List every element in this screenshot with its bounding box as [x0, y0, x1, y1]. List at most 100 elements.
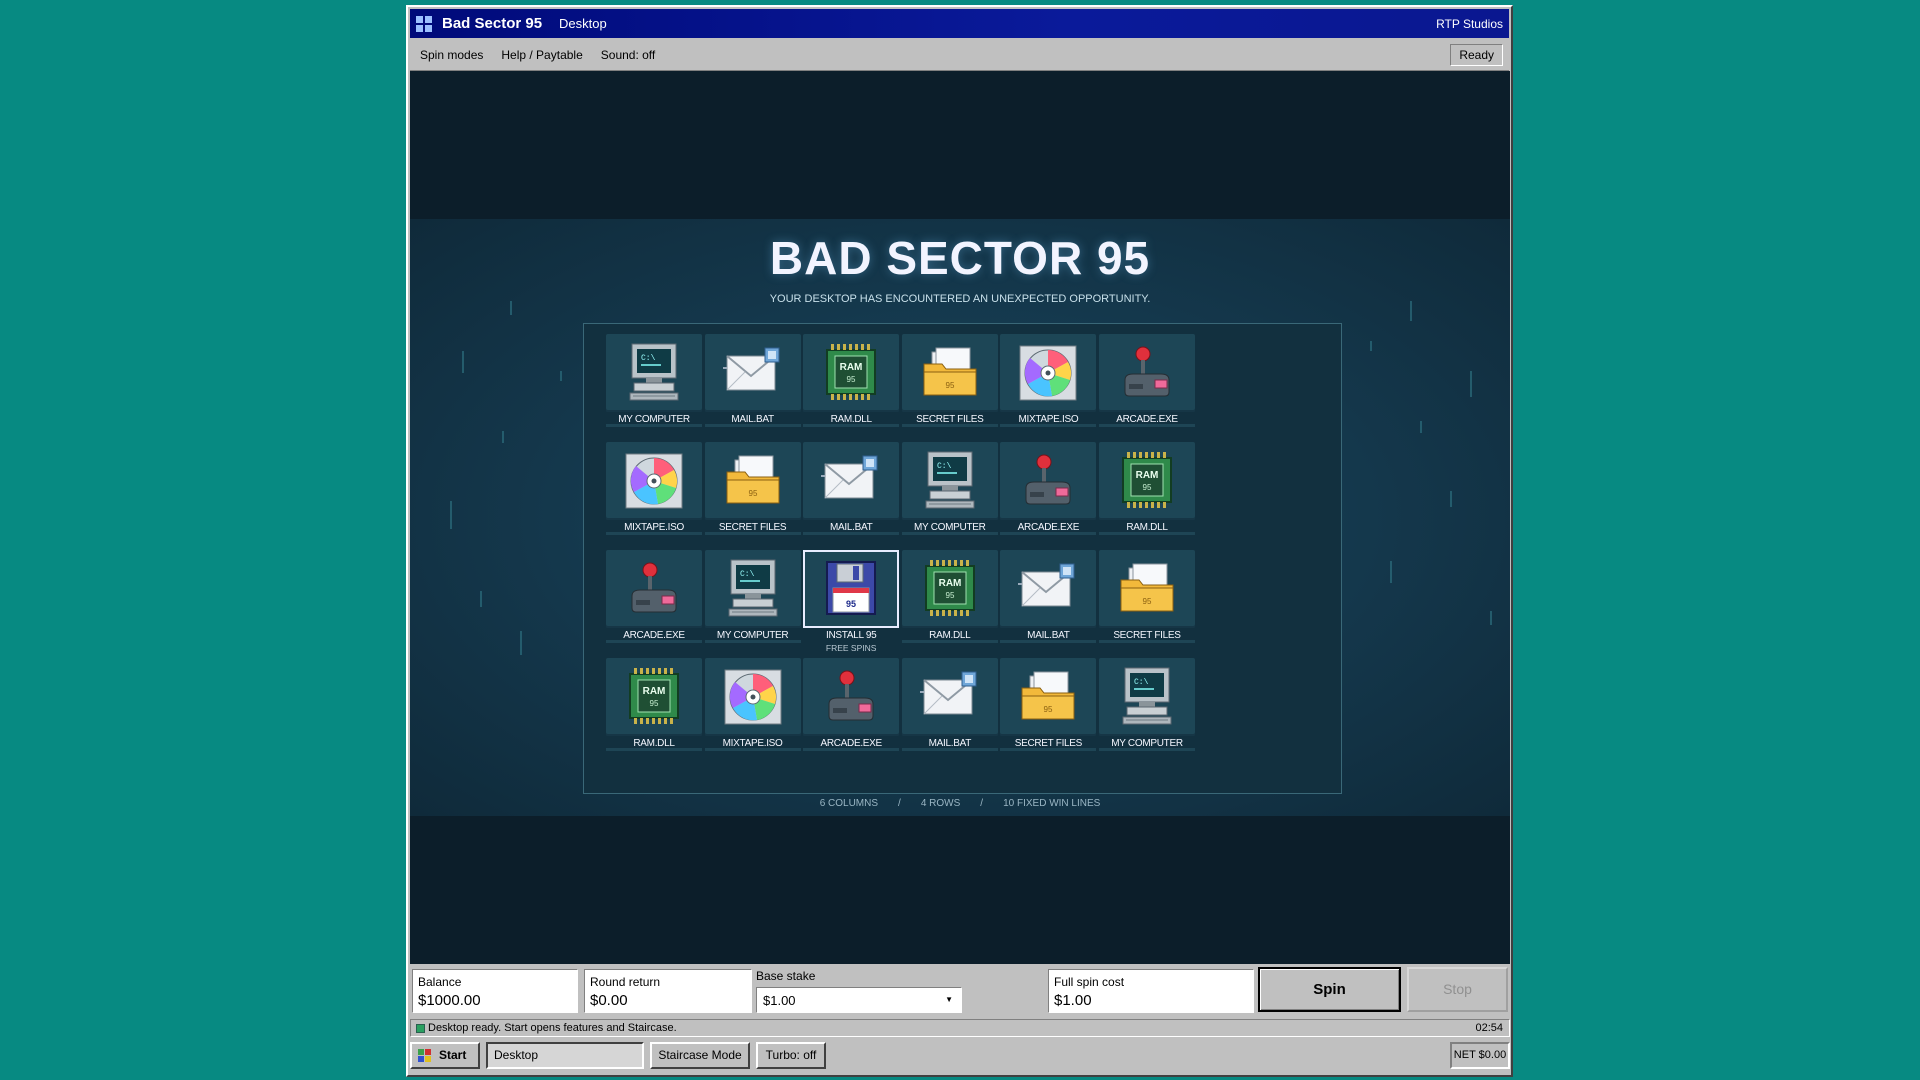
- spin-cost-value: $1.00: [1054, 992, 1092, 1009]
- rain-streak: [1490, 611, 1492, 625]
- start-logo-icon: [418, 1049, 431, 1063]
- start-label: Start: [439, 1048, 467, 1062]
- symbol-sublabel: FREE SPINS: [825, 643, 877, 653]
- rain-streak: [450, 501, 452, 529]
- stop-button[interactable]: Stop: [1407, 967, 1508, 1012]
- computer-icon: C:\: [723, 556, 783, 622]
- status-clock: 02:54: [1475, 1022, 1503, 1034]
- ram-icon: RAM 95: [920, 556, 980, 622]
- symbol-underline: [1000, 532, 1097, 535]
- caption-win-lines: 10 FIXED WIN LINES: [1003, 798, 1101, 809]
- svg-text:C:\: C:\: [937, 462, 952, 471]
- symbol-underline: [606, 532, 702, 535]
- svg-text:RAM: RAM: [1136, 470, 1159, 481]
- reel-symbol: RAM 95 RAM.DLL: [901, 550, 998, 646]
- caption-rows: 4 ROWS: [920, 798, 961, 809]
- spin-button[interactable]: Spin: [1258, 967, 1401, 1012]
- ram-icon: RAM 95: [624, 664, 684, 730]
- rain-streak: [1470, 371, 1472, 397]
- turbo-toggle-button[interactable]: Turbo: off: [756, 1042, 826, 1069]
- svg-text:RAM: RAM: [840, 362, 863, 373]
- reel-symbol: MIXTAPE.ISO: [1000, 334, 1097, 430]
- balance-field: Balance $1000.00: [412, 969, 578, 1013]
- net-indicator: NET $0.00: [1450, 1042, 1510, 1069]
- rain-streak: [502, 431, 504, 443]
- reel-symbol: 95 INSTALL 95 FREE SPINS: [803, 550, 900, 653]
- symbol-underline: [704, 424, 801, 427]
- menu-sound-toggle[interactable]: Sound: off: [601, 48, 656, 62]
- reel-symbol: MIXTAPE.ISO: [606, 442, 702, 538]
- reel-symbol: RAM 95 RAM.DLL: [803, 334, 900, 430]
- ready-indicator: Ready: [1450, 44, 1503, 66]
- folder-icon: 95: [920, 340, 980, 406]
- symbol-underline: [704, 532, 801, 535]
- rain-streak: [560, 371, 562, 381]
- reel-symbol: 95 SECRET FILES: [704, 442, 801, 538]
- game-stage: BAD SECTOR 95 YOUR DESKTOP HAS ENCOUNTER…: [410, 71, 1510, 964]
- balance-label: Balance: [418, 975, 462, 989]
- symbol-underline: [803, 748, 900, 751]
- menu-bar: Spin modes Help / Paytable Sound: off Re…: [410, 40, 1509, 71]
- menu-help-paytable[interactable]: Help / Paytable: [501, 48, 582, 62]
- dropdown-arrow-icon: ▼: [945, 995, 953, 1004]
- caption-sep-1: /: [898, 798, 901, 809]
- symbol-underline: [901, 424, 998, 427]
- computer-icon: C:\: [920, 448, 980, 514]
- rain-streak: [1390, 561, 1392, 583]
- folder-icon: 95: [1117, 556, 1177, 622]
- reel-symbol: MIXTAPE.ISO: [704, 658, 801, 754]
- symbol-underline: [901, 532, 998, 535]
- round-return-field: Round return $0.00: [584, 969, 752, 1013]
- rain-streak: [1450, 491, 1452, 507]
- svg-text:95: 95: [847, 375, 856, 384]
- reel-grid: C:\ MY COMPUTER MAIL.BAT RAM 95 RAM.DLL …: [583, 323, 1342, 794]
- start-button[interactable]: Start: [410, 1042, 480, 1069]
- reel-symbol: C:\ MY COMPUTER: [704, 550, 801, 646]
- svg-text:95: 95: [1143, 597, 1152, 606]
- windows-logo-icon: [416, 15, 432, 32]
- disc-icon: [723, 664, 783, 730]
- symbol-underline: [1000, 640, 1097, 643]
- rain-streak: [1370, 341, 1372, 351]
- reel-symbol: RAM 95 RAM.DLL: [1099, 442, 1195, 538]
- rain-streak: [520, 631, 522, 655]
- computer-icon: C:\: [1117, 664, 1177, 730]
- game-title: BAD SECTOR 95: [769, 232, 1151, 284]
- rain-streak: [1420, 421, 1422, 433]
- svg-text:95: 95: [945, 381, 954, 390]
- reel-symbol: 95 SECRET FILES: [1099, 550, 1195, 646]
- document-title: Desktop: [559, 16, 607, 31]
- reel-symbol: MAIL.BAT: [803, 442, 900, 538]
- ram-icon: RAM 95: [821, 340, 881, 406]
- base-stake-field: Base stake $1.00 ▼: [756, 969, 962, 1013]
- symbol-underline: [1099, 640, 1195, 643]
- reel-symbol: C:\ MY COMPUTER: [1099, 658, 1195, 754]
- svg-text:RAM: RAM: [938, 578, 961, 589]
- symbol-underline: [1099, 424, 1195, 427]
- symbol-underline: [1000, 424, 1097, 427]
- taskbar-desktop-item[interactable]: Desktop: [486, 1042, 644, 1069]
- staircase-mode-button[interactable]: Staircase Mode: [650, 1042, 750, 1069]
- reel-symbol: ARCADE.EXE: [606, 550, 702, 646]
- symbol-underline: [803, 532, 900, 535]
- mail-icon: [1018, 556, 1078, 622]
- caption-columns: 6 COLUMNS: [819, 798, 879, 809]
- joystick-icon: [1018, 448, 1078, 514]
- computer-icon: C:\: [624, 340, 684, 406]
- symbol-underline: [901, 748, 998, 751]
- disc-icon: [1018, 340, 1078, 406]
- base-stake-select[interactable]: $1.00 ▼: [756, 987, 962, 1013]
- menu-spin-modes[interactable]: Spin modes: [420, 48, 483, 62]
- status-light-icon: [416, 1024, 425, 1033]
- mail-icon: [919, 664, 980, 730]
- svg-text:C:\: C:\: [641, 354, 656, 363]
- reel-symbol: C:\ MY COMPUTER: [606, 334, 702, 430]
- reel-symbol: MAIL.BAT: [1000, 550, 1097, 646]
- disc-icon: [624, 448, 684, 514]
- status-message: Desktop ready. Start opens features and …: [428, 1022, 677, 1034]
- reel-symbol: ARCADE.EXE: [1000, 442, 1097, 538]
- round-return-value: $0.00: [590, 992, 628, 1009]
- svg-text:95: 95: [748, 489, 757, 498]
- joystick-icon: [1117, 340, 1177, 406]
- svg-text:RAM: RAM: [643, 686, 666, 697]
